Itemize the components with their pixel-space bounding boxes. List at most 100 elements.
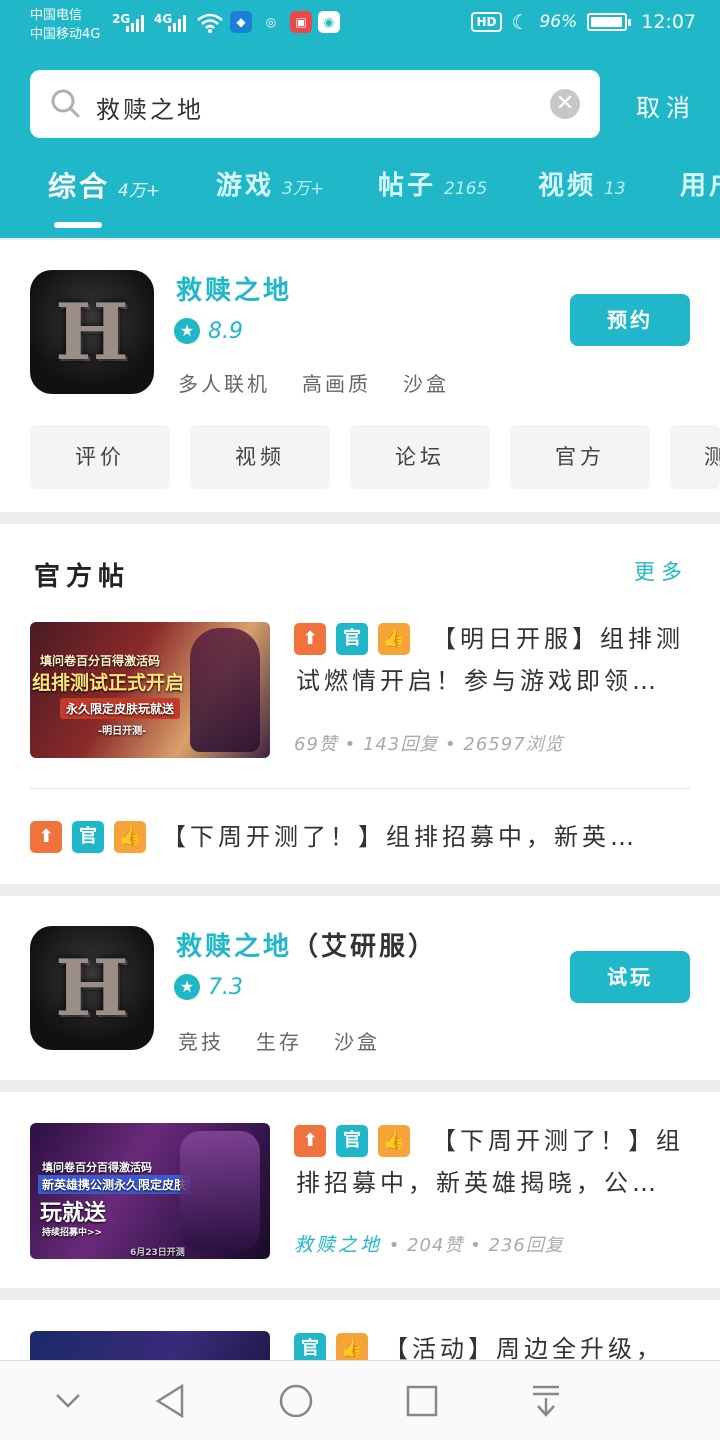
chip-official[interactable]: 官方 [510,425,650,489]
official-badge: 官 [294,1333,326,1360]
thumb-text: -明日开测- [98,726,147,737]
game-card[interactable]: H 救赎之地（艾研服） ★ 7.3 竞技 生存 沙盒 试玩 [0,896,720,1080]
signal-bars-icon [126,14,146,32]
clear-icon[interactable]: ✕ [550,89,580,119]
shield-app-icon: ◆ [230,11,252,33]
character-art [190,628,260,752]
tab-label: 游戏 [216,171,275,201]
chip-reviews[interactable]: 评价 [30,425,170,489]
star-icon: ★ [174,318,200,344]
tab-games[interactable]: 游戏 3万+ [216,165,324,202]
game-rating: ★ 7.3 [174,974,243,1000]
post-card[interactable]: 填问卷百分百得激活码 新英雄携公测永久限定皮肤 玩就送 持续招募中>> 6月23… [0,1092,720,1288]
tab-all[interactable]: 综合 4万+ [48,165,160,205]
signal-bars-icon [168,14,188,32]
back-icon[interactable] [150,1381,190,1421]
thumb-text: 6月23日开测 [130,1248,185,1258]
search-input[interactable]: 救赎之地 ✕ [30,70,600,138]
search-query: 救赎之地 [96,96,204,124]
trial-button[interactable]: 试玩 [570,951,690,1003]
header: 中国电信 中国移动4G 2G 4G ◆ ◎ ▣ ◉ HD ☾ 96% 12:07… [0,0,720,238]
post-meta: 69赞 • 143回复 • 26597浏览 [294,734,564,755]
book-app-icon: ▣ [290,11,312,33]
home-icon[interactable] [276,1381,316,1421]
section-title: 官方帖 [34,562,131,592]
post-thumbnail[interactable]: 填问卷百分百得激活码 新英雄携公测永久限定皮肤 玩就送 持续招募中>> 6月23… [30,1123,270,1259]
carrier-2: 中国移动4G [30,27,101,42]
character-art [180,1131,260,1251]
thumb-text: 玩就送 [40,1201,107,1226]
battery-fill [591,17,623,27]
tab-videos[interactable]: 视频 13 [538,165,626,202]
tab-count: 3万+ [282,179,325,199]
tag: 多人联机 [178,372,270,396]
post-title[interactable]: 【下周开测了！】组排招募中，新英雄揭晓，公… [296,1120,696,1204]
moon-icon: ☾ [511,10,530,34]
game-icon[interactable]: H [30,926,154,1050]
tag: 沙盒 [403,372,449,396]
reserve-button[interactable]: 预约 [570,294,690,346]
system-nav-bar [0,1360,720,1440]
game-tags: 多人联机 高画质 沙盒 [178,368,449,397]
post-game-link[interactable]: 救赎之地 [294,1234,382,1256]
tab-count: 2165 [444,179,488,199]
chip-videos[interactable]: 视频 [190,425,330,489]
divider [30,788,690,789]
clock: 12:07 [641,11,696,33]
chip-forum[interactable]: 论坛 [350,425,490,489]
carrier-info: 中国电信 中国移动4G [30,6,120,44]
game-icon[interactable]: H [30,270,154,394]
more-link[interactable]: 更多 [634,556,688,586]
tag: 高画质 [302,372,371,396]
post-stats: • 204赞 • 236回复 [388,1235,564,1256]
tab-indicator [54,222,102,228]
post-title[interactable]: 【下周开测了！】组排招募中，新英… [162,816,638,858]
cancel-button[interactable]: 取消 [636,88,696,123]
tab-count: 13 [604,179,626,199]
thumb-up-icon: 👍 [336,1333,368,1360]
tab-label: 用户 [680,171,720,201]
game-name[interactable]: 救赎之地（艾研服） [176,926,437,963]
status-bar: 中国电信 中国移动4G 2G 4G ◆ ◎ ▣ ◉ HD ☾ 96% 12:07 [0,0,720,50]
post-title[interactable]: 【活动】周边全升级， [384,1328,664,1360]
top-icon: ⬆ [30,821,62,853]
thumb-text: 组排测试正式开启 [32,672,185,694]
tag: 沙盒 [334,1030,380,1054]
tag: 竞技 [178,1030,224,1054]
game-name[interactable]: 救赎之地 [176,270,292,307]
game-name-suffix: （艾研服） [292,932,438,962]
recent-apps-icon[interactable] [402,1381,442,1421]
game-rating: ★ 8.9 [174,318,243,344]
battery-percent: 96% [539,12,578,32]
notification-pull-icon[interactable] [526,1381,566,1421]
tab-posts[interactable]: 帖子 2165 [378,165,487,202]
chip-test[interactable]: 测 [670,425,720,489]
thumb-text: 填问卷百分百得激活码 [42,1161,152,1174]
thumb-text: 持续招募中>> [42,1228,103,1238]
post-meta: 救赎之地 • 204赞 • 236回复 [294,1230,564,1257]
post-title[interactable]: 【明日开服】组排测试燃情开启！参与游戏即领… [296,618,696,702]
game-tags: 竞技 生存 沙盒 [178,1026,380,1055]
post-card[interactable]: 官 👍 【活动】周边全升级， [0,1300,720,1360]
post-thumbnail[interactable] [30,1331,270,1360]
tab-users[interactable]: 用户 [680,165,720,202]
hd-badge: HD [471,12,502,32]
tab-label: 帖子 [378,171,437,201]
wifi-icon [196,12,224,38]
official-posts-section: 官方帖 更多 填问卷百分百得激活码 组排测试正式开启 永久限定皮肤玩就送 -明日… [0,524,720,884]
taptap-app-icon: ◉ [318,11,340,33]
chevron-down-icon[interactable] [48,1381,88,1421]
tab-count: 4万+ [118,181,161,201]
status-right: HD ☾ 96% 12:07 [471,10,696,34]
game-card[interactable]: H 救赎之地 ★ 8.9 多人联机 高画质 沙盒 预约 评价 视频 论坛 官方 … [0,240,720,512]
thumb-up-icon: 👍 [114,821,146,853]
post-thumbnail[interactable]: 填问卷百分百得激活码 组排测试正式开启 永久限定皮肤玩就送 -明日开测- [30,622,270,758]
tab-label: 视频 [538,171,597,201]
star-icon: ★ [174,974,200,1000]
tag: 生存 [256,1030,302,1054]
game-name-text: 救赎之地 [176,932,293,962]
thumb-text: 填问卷百分百得激活码 [40,654,161,668]
tab-label: 综合 [48,170,111,203]
official-badge: 官 [72,821,104,853]
app-notification-icon: ◎ [265,15,277,29]
